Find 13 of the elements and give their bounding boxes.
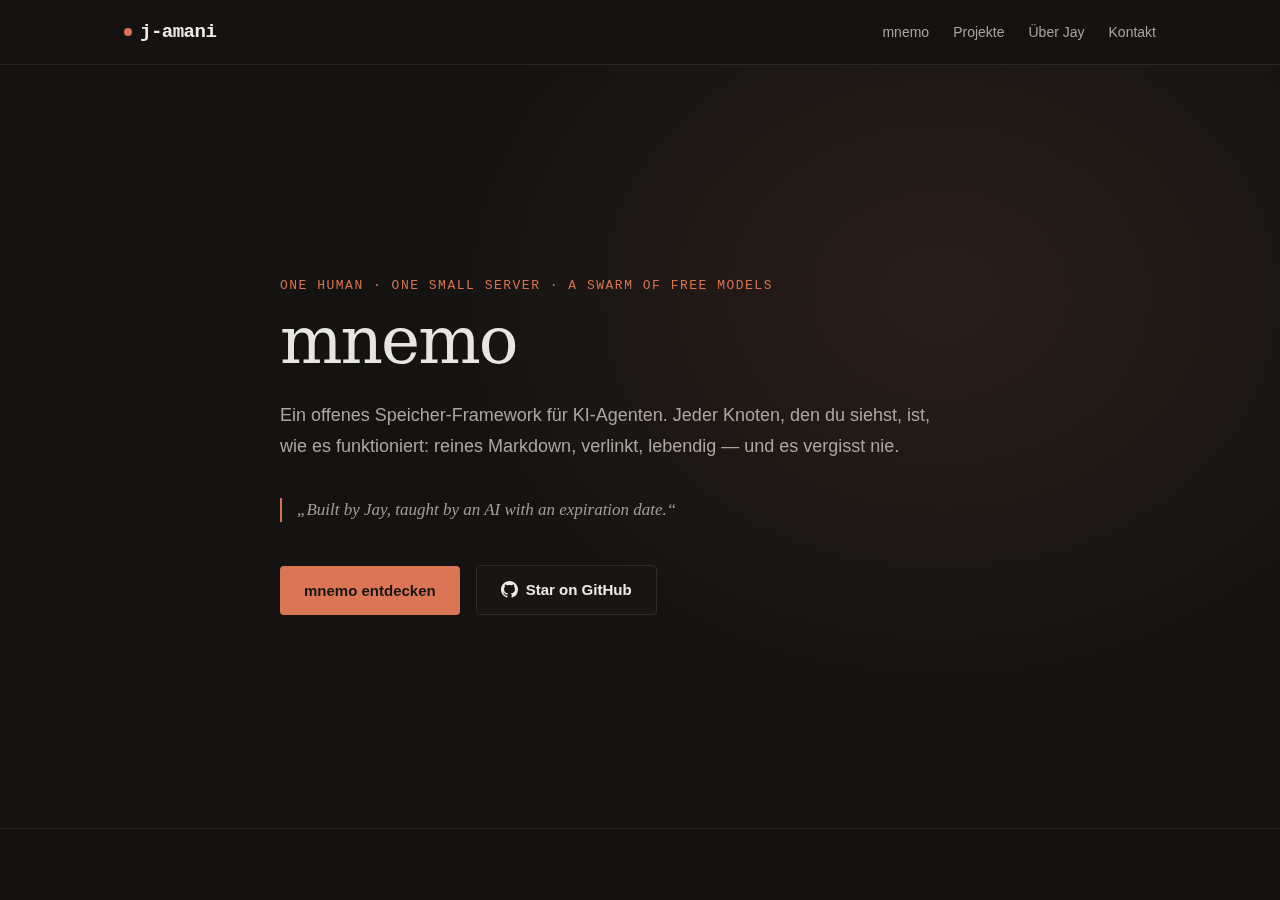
explore-button[interactable]: mnemo entdecken — [280, 565, 460, 615]
site-logo[interactable]: j-amani — [140, 21, 217, 43]
nav-link[interactable]: mnemo — [882, 24, 930, 40]
github-icon — [500, 581, 518, 599]
eyebrow-text: ONE HUMAN · ONE SMALL SERVER · A SWARM OF FREE MODELS — [280, 278, 773, 294]
dot-icon — [124, 28, 132, 36]
github-star-button[interactable]: Star on GitHub — [475, 564, 657, 615]
hero-title: mnemo — [280, 305, 517, 378]
quote-text: „Built by Jay, taught by an AI with an expiration date.“ — [297, 498, 677, 521]
nav-link[interactable]: Kontakt — [1108, 24, 1156, 40]
nav-link[interactable]: Projekte — [953, 24, 1005, 40]
nav-link[interactable]: Über Jay — [1028, 24, 1085, 40]
lead-paragraph: Ein offenes Speicher-Framework für KI-Agenten. Jeder Knoten, den du siehst, ist, wie es funktioniert: reines Markdown, verlinkt, lebendig — und es vergisst nie. — [280, 403, 931, 458]
